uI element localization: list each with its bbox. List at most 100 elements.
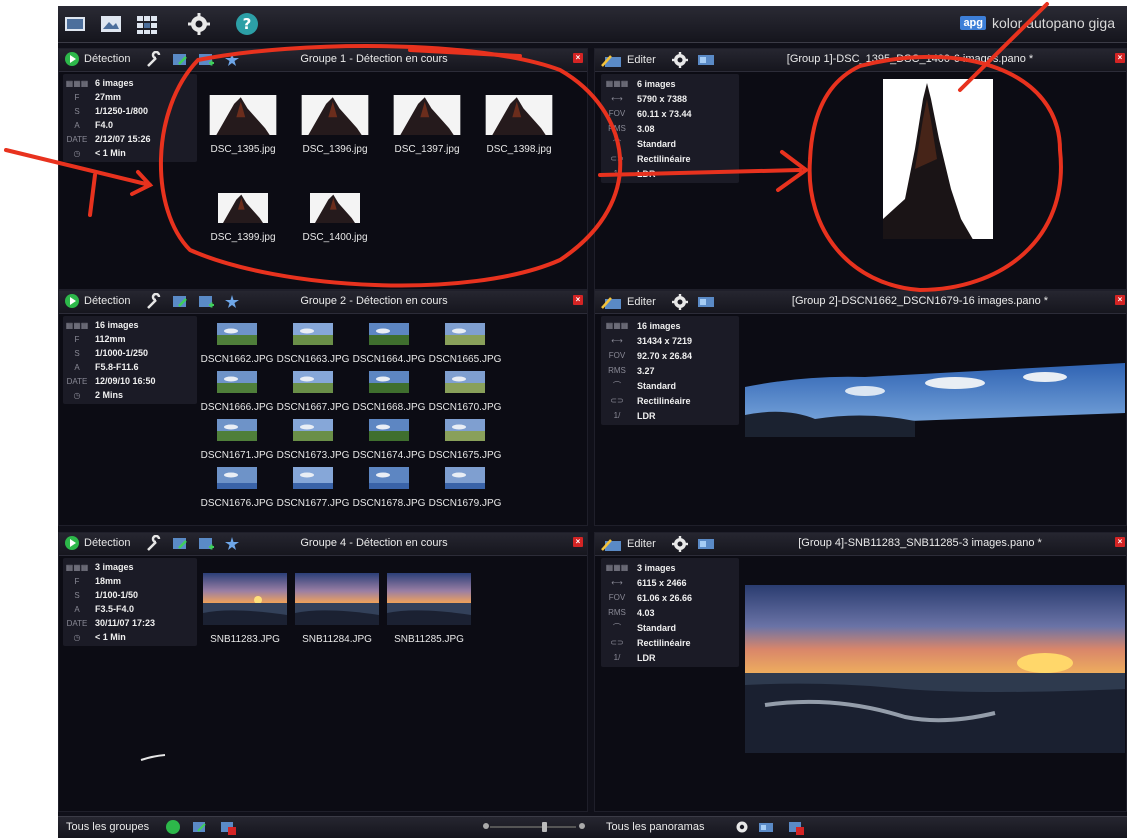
add-image-icon[interactable] [197, 51, 215, 69]
thumbnail-image[interactable] [295, 573, 379, 625]
remove-panorama-icon[interactable] [788, 819, 804, 835]
star-cluster-icon[interactable] [223, 51, 241, 69]
detection-button[interactable]: Détection [65, 52, 130, 66]
thumbnail-item[interactable]: DSCN1664.JPG [351, 323, 427, 365]
thumbnail-image[interactable] [369, 467, 409, 493]
thumbnail-image[interactable] [445, 323, 485, 345]
zoom-slider-knob[interactable] [542, 822, 547, 832]
thumbnail-image[interactable] [217, 467, 257, 493]
thumbnail-item[interactable]: SNB11285.JPG [383, 573, 475, 645]
thumbnail-item[interactable]: DSC_1400.jpg [291, 193, 379, 243]
add-image-icon[interactable] [197, 535, 215, 553]
thumbnail-item[interactable]: DSCN1673.JPG [275, 419, 351, 461]
wrench-icon[interactable] [145, 535, 163, 553]
thumbnail-image[interactable] [369, 323, 409, 345]
close-icon[interactable]: × [1115, 295, 1125, 305]
thumbnail-item[interactable]: DSCN1674.JPG [351, 419, 427, 461]
render-icon[interactable] [758, 819, 774, 835]
thumbnail-image[interactable] [217, 323, 257, 345]
thumbnail-image[interactable] [203, 573, 287, 625]
thumbnail-item[interactable]: DSCN1665.JPG [427, 323, 503, 365]
thumbnail-image[interactable] [209, 95, 277, 135]
edit-group-icon[interactable] [171, 293, 189, 311]
close-icon[interactable]: × [1115, 53, 1125, 63]
edit-group-icon[interactable] [171, 535, 189, 553]
thumbnail-item[interactable]: DSC_1399.jpg [199, 193, 287, 243]
thumbnail-item[interactable]: DSCN1677.JPG [275, 467, 351, 509]
zoom-slider-track[interactable] [490, 826, 576, 828]
thumbnail-image[interactable] [213, 193, 273, 223]
thumbnail-image[interactable] [393, 95, 461, 135]
thumbnail-image[interactable] [445, 419, 485, 441]
thumbnail-image[interactable] [305, 193, 365, 223]
thumbnail-item[interactable]: DSCN1667.JPG [275, 371, 351, 413]
thumbnail-item[interactable]: DSCN1676.JPG [199, 467, 275, 509]
thumbnail-image[interactable] [301, 95, 369, 135]
zoom-out-dot[interactable] [483, 823, 489, 829]
thumbnail-image[interactable] [293, 467, 333, 493]
edit-button[interactable]: Editer [601, 536, 656, 552]
thumbnail-image[interactable] [293, 323, 333, 345]
open-folder-icon[interactable] [98, 11, 124, 37]
close-icon[interactable]: × [573, 295, 583, 305]
detection-button[interactable]: Détection [65, 536, 130, 550]
settings-icon[interactable] [671, 535, 689, 553]
thumbnail-image[interactable] [369, 371, 409, 393]
thumbnail-item[interactable]: DSCN1670.JPG [427, 371, 503, 413]
thumbnail-image[interactable] [217, 419, 257, 441]
thumbnail-item[interactable]: DSC_1395.jpg [199, 95, 287, 155]
star-cluster-icon[interactable] [223, 535, 241, 553]
thumbnail-item[interactable]: DSCN1668.JPG [351, 371, 427, 413]
add-image-icon[interactable] [197, 293, 215, 311]
thumbnail-image[interactable] [387, 573, 471, 625]
edit-group-icon[interactable] [171, 51, 189, 69]
thumbnail-item[interactable]: SNB11284.JPG [291, 573, 383, 645]
preview-icon[interactable] [697, 51, 715, 69]
grid-icon[interactable] [134, 11, 160, 37]
preview-icon[interactable] [697, 535, 715, 553]
thumbnail-image[interactable] [217, 371, 257, 393]
remove-group-icon[interactable] [220, 819, 236, 835]
panorama-preview-2[interactable] [745, 357, 1125, 437]
wrench-icon[interactable] [145, 293, 163, 311]
thumbnail-item[interactable]: SNB11283.JPG [199, 573, 291, 645]
thumbnail-image[interactable] [445, 371, 485, 393]
detection-button[interactable]: Détection [65, 294, 130, 308]
thumbnail-item[interactable]: DSCN1675.JPG [427, 419, 503, 461]
wrench-icon[interactable] [145, 51, 163, 69]
panorama-preview-1[interactable] [865, 79, 1005, 249]
preview-icon[interactable] [697, 293, 715, 311]
thumbnail-item[interactable]: DSC_1396.jpg [291, 95, 379, 155]
edit-button[interactable]: Editer [601, 52, 656, 68]
thumbnail-image[interactable] [445, 467, 485, 493]
close-icon[interactable]: × [1115, 537, 1125, 547]
close-icon[interactable]: × [573, 53, 583, 63]
thumbnail-image[interactable] [485, 95, 553, 135]
edit-button[interactable]: Editer [601, 294, 656, 310]
star-cluster-icon[interactable] [223, 293, 241, 311]
open-images-icon[interactable] [62, 11, 88, 37]
thumbnail-item[interactable]: DSC_1397.jpg [383, 95, 471, 155]
thumbnail-item[interactable]: DSC_1398.jpg [475, 95, 563, 155]
settings-icon[interactable] [734, 819, 750, 835]
panorama-preview-4[interactable] [745, 585, 1125, 753]
help-icon[interactable]: ? [234, 11, 260, 37]
settings-icon[interactable] [671, 51, 689, 69]
thumbnail-item[interactable]: DSCN1663.JPG [275, 323, 351, 365]
settings-icon[interactable] [186, 11, 212, 37]
thumbnail-item[interactable]: DSCN1678.JPG [351, 467, 427, 509]
thumbnail-item[interactable]: DSCN1666.JPG [199, 371, 275, 413]
thumbnail-image[interactable] [293, 371, 333, 393]
thumbnail-image[interactable] [369, 419, 409, 441]
thumbnail-item[interactable]: DSCN1662.JPG [199, 323, 275, 365]
zoom-in-dot[interactable] [579, 823, 585, 829]
thumbnail-image[interactable] [293, 419, 333, 441]
settings-icon[interactable] [671, 293, 689, 311]
thumbnail-item[interactable]: DSCN1671.JPG [199, 419, 275, 461]
thumbnail-item[interactable]: DSCN1679.JPG [427, 467, 503, 509]
close-icon[interactable]: × [573, 537, 583, 547]
all-groups-label[interactable]: Tous les groupes [66, 821, 149, 833]
all-panoramas-label[interactable]: Tous les panoramas [606, 821, 704, 833]
add-group-icon[interactable] [192, 819, 208, 835]
play-all-icon[interactable] [166, 820, 180, 834]
